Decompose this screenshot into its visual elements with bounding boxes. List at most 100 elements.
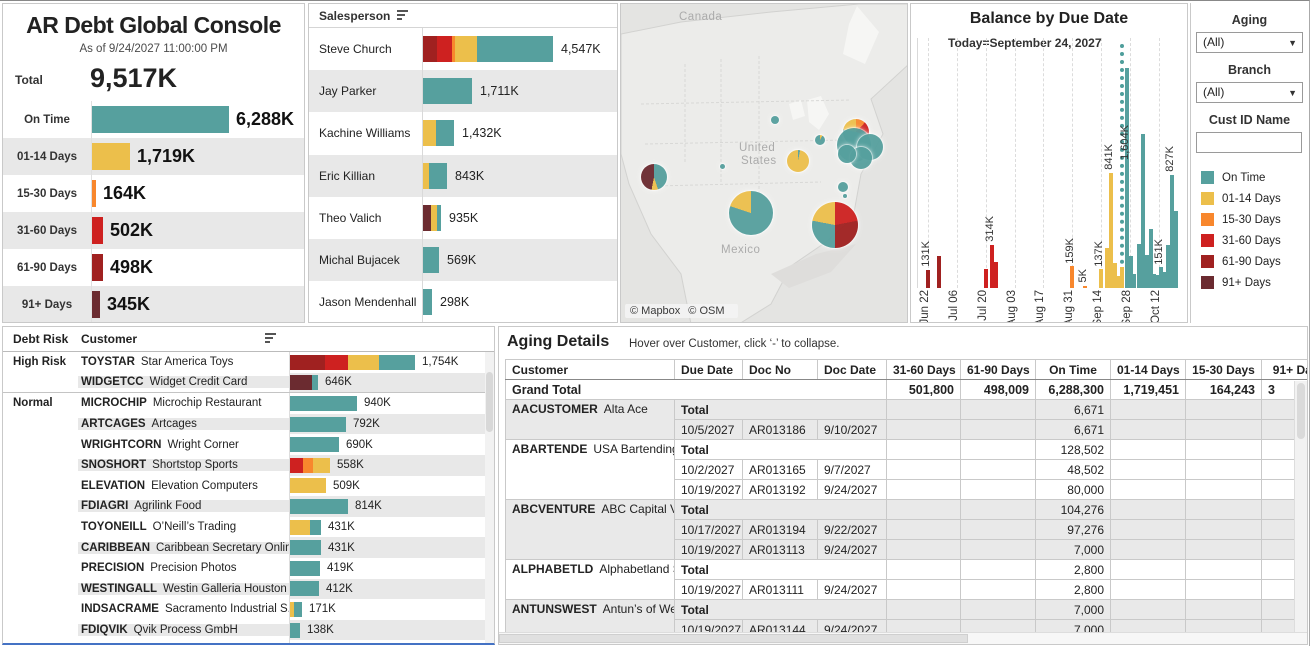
amount-on-time[interactable]: 7,000 <box>1036 540 1111 560</box>
amount-15-30[interactable] <box>1186 480 1262 500</box>
legend-item-days_91[interactable]: 91+ Days <box>1191 272 1308 293</box>
doc-date-cell[interactable]: 9/22/2027 <box>818 520 887 540</box>
scrollbar-thumb[interactable] <box>1297 383 1305 439</box>
cust-id-name-input[interactable] <box>1196 132 1302 153</box>
bar-segment-on_time[interactable] <box>310 520 321 535</box>
due-date-bar[interactable] <box>926 270 930 288</box>
customer-row[interactable]: CARIBBEANCaribbean Secretary Online431K <box>3 537 485 558</box>
amount-01-14[interactable] <box>1111 600 1186 620</box>
amount-61-90[interactable] <box>961 440 1036 460</box>
amount-15-30[interactable] <box>1186 620 1262 633</box>
amount-on-time[interactable]: 2,800 <box>1036 560 1111 580</box>
bar-segment-on_time[interactable] <box>290 417 346 432</box>
customer-total-row[interactable]: ANTUNSWESTAntun’s of WestchesterTotal7,0… <box>506 600 1308 620</box>
customer-bar[interactable] <box>290 355 415 370</box>
due-date-cell[interactable]: 10/19/2027 <box>675 620 743 633</box>
amount-01-14[interactable] <box>1111 420 1186 440</box>
customer-bar[interactable] <box>290 437 339 452</box>
bar-segment-on_time[interactable] <box>312 375 318 390</box>
customer-total-row[interactable]: AACUSTOMERAlta AceTotal6,671 <box>506 400 1308 420</box>
bar-segment-days_01_14[interactable] <box>348 355 379 370</box>
bar-segment-on_time[interactable] <box>437 205 441 231</box>
amount-on-time[interactable]: 2,800 <box>1036 580 1111 600</box>
bar-segment-on_time[interactable] <box>423 289 432 315</box>
salesperson-bar[interactable] <box>423 120 454 146</box>
bar-segment-on_time[interactable] <box>290 623 300 638</box>
doc-date-cell[interactable]: 9/24/2027 <box>818 480 887 500</box>
bar-segment-days_31_60[interactable] <box>290 458 303 473</box>
map-pie-mark[interactable] <box>812 202 858 248</box>
summary-bar[interactable] <box>92 180 96 207</box>
amount-15-30[interactable] <box>1186 400 1262 420</box>
amount-on-time[interactable]: 104,276 <box>1036 500 1111 520</box>
customer-row[interactable]: ARTCAGESArtcages792K <box>3 414 485 435</box>
customer-bar[interactable] <box>290 540 321 555</box>
amount-31-60[interactable] <box>887 440 961 460</box>
summary-bar[interactable] <box>92 291 100 318</box>
amount-31-60[interactable] <box>887 560 961 580</box>
legend-item-days_61_90[interactable]: 61-90 Days <box>1191 251 1308 272</box>
amount-15-30[interactable] <box>1186 520 1262 540</box>
amount-31-60[interactable] <box>887 540 961 560</box>
amount-01-14[interactable] <box>1111 460 1186 480</box>
customer-row[interactable]: FDIQVIKQvik Process GmbH138K <box>3 620 485 641</box>
bar-segment-on_time[interactable] <box>290 581 319 596</box>
amount-61-90[interactable] <box>961 580 1036 600</box>
customer-bar[interactable] <box>290 375 318 390</box>
summary-bar[interactable] <box>92 106 229 133</box>
amount-15-30[interactable] <box>1186 600 1262 620</box>
amount-31-60[interactable] <box>887 400 961 420</box>
doc-date-cell[interactable]: 9/24/2027 <box>818 580 887 600</box>
bar-segment-on_time[interactable] <box>290 561 320 576</box>
amount-61-90[interactable] <box>961 400 1036 420</box>
amount-61-90[interactable] <box>961 620 1036 633</box>
customer-cell[interactable]: ABCVENTUREABC Capital Ventures <box>506 500 675 560</box>
map-panel[interactable]: Canada United States Mexico © Mapbox© OS… <box>620 3 908 323</box>
amount-on-time[interactable]: 97,276 <box>1036 520 1111 540</box>
due-date-cell[interactable]: 10/19/2027 <box>675 480 743 500</box>
customer-bar[interactable] <box>290 520 321 535</box>
due-date-bar[interactable] <box>1137 244 1141 288</box>
amount-61-90[interactable] <box>961 420 1036 440</box>
due-date-bar[interactable] <box>937 256 941 288</box>
customer-bar[interactable] <box>290 499 348 514</box>
customer-bar[interactable] <box>290 478 326 493</box>
amount-61-90[interactable] <box>961 460 1036 480</box>
grand-total-amount[interactable]: 501,800 <box>887 380 961 400</box>
due-date-bar[interactable] <box>1125 68 1129 288</box>
amount-31-60[interactable] <box>887 460 961 480</box>
doc-no-cell[interactable]: AR013113 <box>743 540 818 560</box>
amount-61-90[interactable] <box>961 520 1036 540</box>
bar-segment-days_01_14[interactable] <box>290 520 310 535</box>
customer-row[interactable]: PRECISIONPrecision Photos419K <box>3 558 485 579</box>
amount-15-30[interactable] <box>1186 540 1262 560</box>
amount-15-30[interactable] <box>1186 440 1262 460</box>
map-pie-mark[interactable] <box>641 164 667 190</box>
amount-61-90[interactable] <box>961 480 1036 500</box>
bar-segment-on_time[interactable] <box>290 499 348 514</box>
due-date-cell[interactable]: 10/5/2027 <box>675 420 743 440</box>
summary-bar[interactable] <box>92 217 103 244</box>
osm-attribution-link[interactable]: © OSM <box>688 305 724 317</box>
amount-61-90[interactable] <box>961 500 1036 520</box>
salesperson-bar[interactable] <box>423 36 553 62</box>
amount-61-90[interactable] <box>961 540 1036 560</box>
grand-total-amount[interactable]: 1,719,451 <box>1111 380 1186 400</box>
customer-cell[interactable]: ALPHABETLDAlphabetland School Center <box>506 560 675 600</box>
amount-01-14[interactable] <box>1111 440 1186 460</box>
amount-31-60[interactable] <box>887 420 961 440</box>
amount-01-14[interactable] <box>1111 480 1186 500</box>
customer-row[interactable]: TOYONEILLO’Neill’s Trading431K <box>3 517 485 538</box>
mapbox-attribution-link[interactable]: © Mapbox <box>630 305 680 317</box>
bar-segment-days_31_60[interactable] <box>325 355 348 370</box>
map-pie-mark[interactable] <box>838 182 848 192</box>
amount-31-60[interactable] <box>887 580 961 600</box>
bar-segment-on_time[interactable] <box>477 36 553 62</box>
legend-item-days_15_30[interactable]: 15-30 Days <box>1191 209 1308 230</box>
due-date-bar[interactable] <box>1070 266 1074 288</box>
amount-on-time[interactable]: 7,000 <box>1036 600 1111 620</box>
sort-icon[interactable] <box>265 333 279 345</box>
map-pie-mark[interactable] <box>843 194 847 198</box>
bar-segment-on_time[interactable] <box>423 247 439 273</box>
bar-segment-days_01_14[interactable] <box>455 36 477 62</box>
